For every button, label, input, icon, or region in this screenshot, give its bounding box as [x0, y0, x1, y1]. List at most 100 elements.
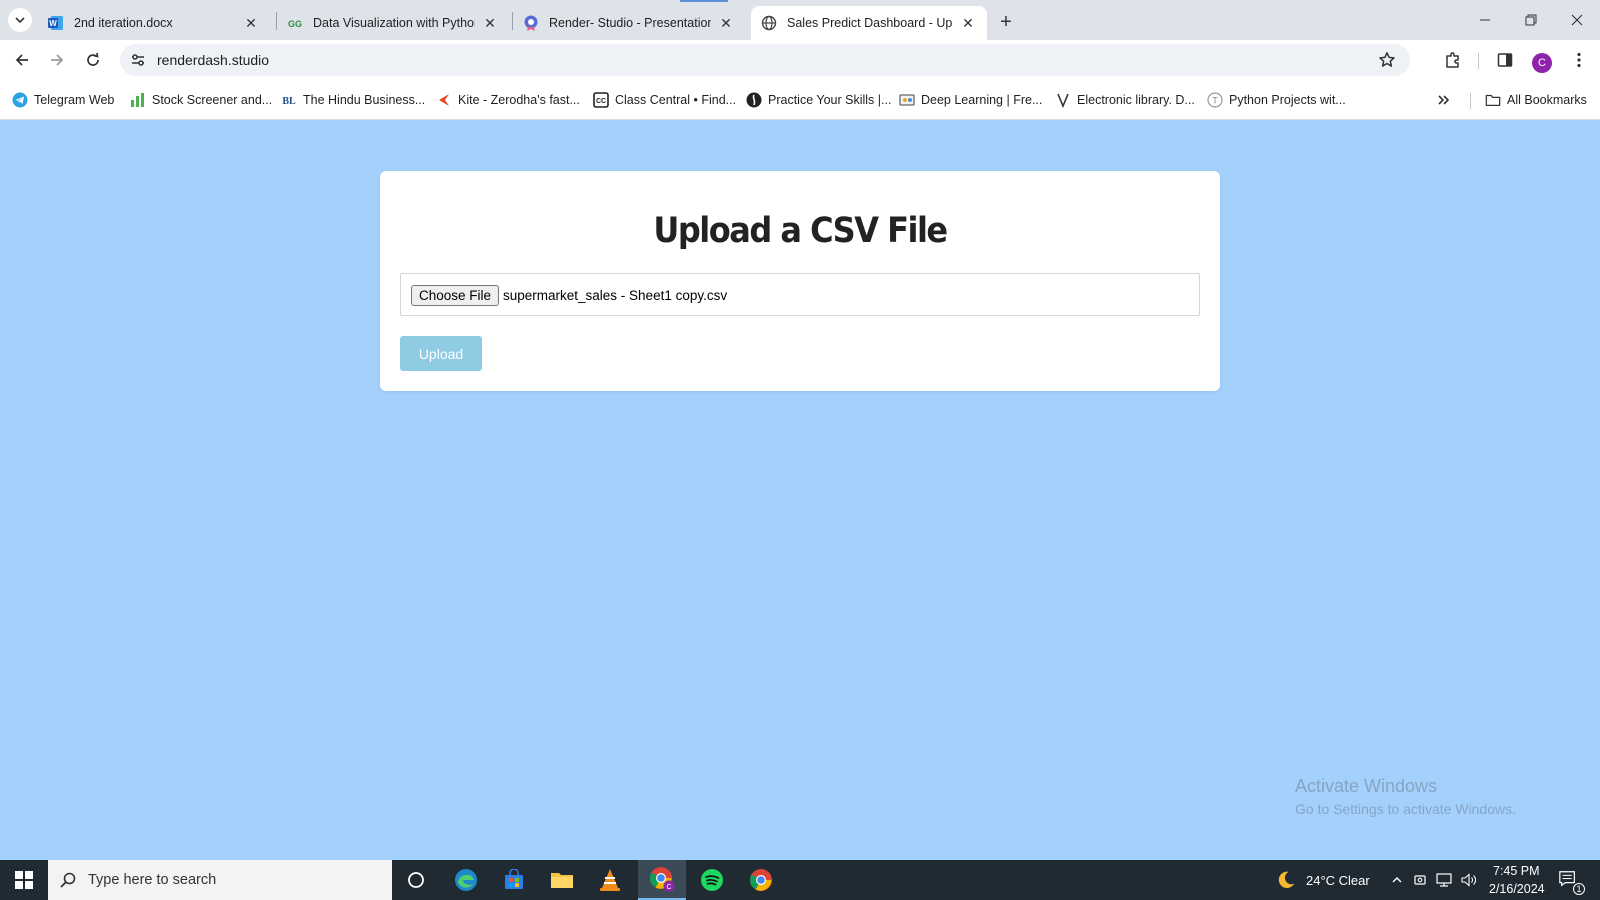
search-placeholder: Type here to search	[88, 872, 217, 888]
close-window-button[interactable]	[1554, 0, 1600, 40]
start-button[interactable]	[0, 860, 48, 900]
taskbar-store[interactable]	[490, 860, 538, 900]
star-icon[interactable]	[1376, 49, 1398, 71]
svg-text:GG: GG	[288, 19, 302, 29]
tab-sales-predict-dashboard[interactable]: Sales Predict Dashboard - Uplo ✕	[751, 6, 987, 40]
restore-button[interactable]	[1508, 0, 1554, 40]
render-studio-icon	[523, 15, 539, 31]
deep-learning-icon	[899, 92, 915, 108]
bookmark-kite[interactable]: Kite - Zerodha's fast...	[436, 90, 580, 110]
more-bookmarks-button[interactable]	[1437, 90, 1451, 110]
svg-text:C: C	[666, 884, 671, 891]
all-bookmarks-button[interactable]: All Bookmarks	[1485, 90, 1587, 110]
bookmark-class-central[interactable]: CC Class Central • Find...	[593, 90, 736, 110]
word-icon: W	[48, 15, 64, 31]
bookmark-python-projects[interactable]: T Python Projects wit...	[1207, 90, 1346, 110]
clock-date[interactable]: 2/16/2024	[1489, 882, 1545, 896]
tab-title: Sales Predict Dashboard - Uplo	[787, 16, 953, 30]
network-icon[interactable]	[1434, 870, 1454, 890]
weather-moon-icon[interactable]	[1276, 870, 1296, 890]
bookmark-electronic-library[interactable]: Electronic library. D...	[1055, 90, 1195, 110]
notification-count-badge: 1	[1573, 883, 1585, 895]
taskbar-file-explorer[interactable]	[538, 860, 586, 900]
telegram-icon	[12, 92, 28, 108]
geeksforgeeks-icon: GG	[287, 15, 303, 31]
close-icon[interactable]: ✕	[959, 14, 977, 32]
tab-word-doc[interactable]: W 2nd iteration.docx ✕	[38, 6, 270, 40]
side-panel-icon	[1497, 53, 1513, 67]
weather-text[interactable]: 24°C Clear	[1306, 873, 1370, 888]
class-central-icon: CC	[593, 92, 609, 108]
bookmark-hindu-business[interactable]: BL The Hindu Business...	[281, 90, 425, 110]
bar-chart-icon	[130, 92, 146, 108]
taskbar-search[interactable]: Type here to search	[48, 860, 392, 900]
page-title: Upload a CSV File	[653, 209, 948, 251]
library-icon	[1055, 92, 1071, 108]
python-projects-icon: T	[1207, 92, 1223, 108]
more-vertical-icon	[1577, 52, 1581, 68]
reload-button[interactable]	[79, 46, 107, 74]
vlc-icon	[600, 869, 620, 891]
svg-text:BL: BL	[282, 96, 296, 107]
back-button[interactable]	[8, 46, 36, 74]
taskbar-vlc[interactable]	[586, 860, 634, 900]
tab-strip: W 2nd iteration.docx ✕ GG Data Visualiza…	[0, 0, 1600, 40]
file-input[interactable]: Choose File supermarket_sales - Sheet1 c…	[400, 273, 1200, 316]
bookmark-stock-screener[interactable]: Stock Screener and...	[130, 90, 272, 110]
bookmark-label: Telegram Web	[34, 93, 115, 107]
tab-search-button[interactable]	[8, 8, 32, 32]
new-tab-button[interactable]: +	[994, 10, 1018, 34]
bookmark-label: Kite - Zerodha's fast...	[458, 93, 580, 107]
cortana-button[interactable]	[392, 860, 440, 900]
taskbar-spotify[interactable]	[688, 860, 736, 900]
volume-icon[interactable]	[1459, 870, 1479, 890]
cortana-icon	[408, 872, 424, 888]
site-info-icon[interactable]	[128, 50, 148, 70]
close-icon	[1571, 14, 1583, 26]
watermark-title: Activate Windows	[1295, 776, 1438, 796]
chrome-icon: C	[650, 867, 675, 892]
restore-icon	[1525, 14, 1537, 26]
tab-title: Render- Studio - Presentation	[549, 16, 711, 30]
selected-file-name: supermarket_sales - Sheet1 copy.csv	[503, 288, 728, 303]
upload-card: Upload a CSV File Choose File supermarke…	[380, 171, 1220, 391]
tab-render-studio[interactable]: Render- Studio - Presentation ✕	[513, 6, 745, 40]
folder-icon	[1485, 92, 1501, 108]
svg-text:W: W	[49, 19, 57, 28]
chevron-up-icon[interactable]	[1387, 870, 1407, 890]
menu-button[interactable]	[1567, 48, 1591, 72]
svg-text:CC: CC	[596, 98, 606, 105]
close-icon[interactable]: ✕	[481, 14, 499, 32]
bookmark-label: Practice Your Skills |...	[768, 93, 892, 107]
upload-button[interactable]: Upload	[400, 336, 482, 371]
clock-time[interactable]: 7:45 PM	[1493, 864, 1540, 878]
businessline-icon: BL	[281, 92, 297, 108]
close-icon[interactable]: ✕	[242, 14, 260, 32]
search-icon	[48, 871, 88, 889]
taskbar-chrome[interactable]	[737, 860, 785, 900]
taskbar-chrome-profile[interactable]: C	[638, 860, 686, 900]
chevron-down-icon	[15, 17, 25, 24]
bookmark-telegram[interactable]: Telegram Web	[12, 90, 114, 110]
close-icon[interactable]: ✕	[717, 14, 735, 32]
windows-taskbar: Type here to search C 24°C Clear 7:45 PM…	[0, 860, 1600, 900]
tab-data-visualization[interactable]: GG Data Visualization with Python ✕	[277, 6, 509, 40]
meet-now-icon[interactable]	[1410, 870, 1430, 890]
choose-file-button[interactable]: Choose File	[411, 285, 500, 306]
profile-avatar[interactable]: C	[1532, 53, 1552, 73]
taskbar-edge[interactable]	[442, 860, 490, 900]
extensions-button[interactable]	[1441, 48, 1465, 72]
forward-button[interactable]	[43, 46, 71, 74]
bookmarks-bar: Telegram Web Stock Screener and... BL Th…	[0, 80, 1600, 120]
chevron-double-right-icon	[1438, 95, 1450, 105]
bookmark-practice-skills[interactable]: Practice Your Skills |...	[746, 90, 891, 110]
all-bookmarks-label: All Bookmarks	[1507, 93, 1587, 107]
side-panel-button[interactable]	[1493, 48, 1517, 72]
reload-icon	[87, 52, 99, 66]
url-text[interactable]: renderdash.studio	[157, 52, 269, 68]
bookmark-deep-learning[interactable]: Deep Learning | Fre...	[899, 90, 1042, 110]
arrow-left-icon	[15, 54, 28, 66]
address-bar[interactable]: renderdash.studio	[120, 44, 1410, 76]
watermark-subtitle: Go to Settings to activate Windows.	[1295, 801, 1516, 817]
minimize-button[interactable]	[1462, 0, 1508, 40]
